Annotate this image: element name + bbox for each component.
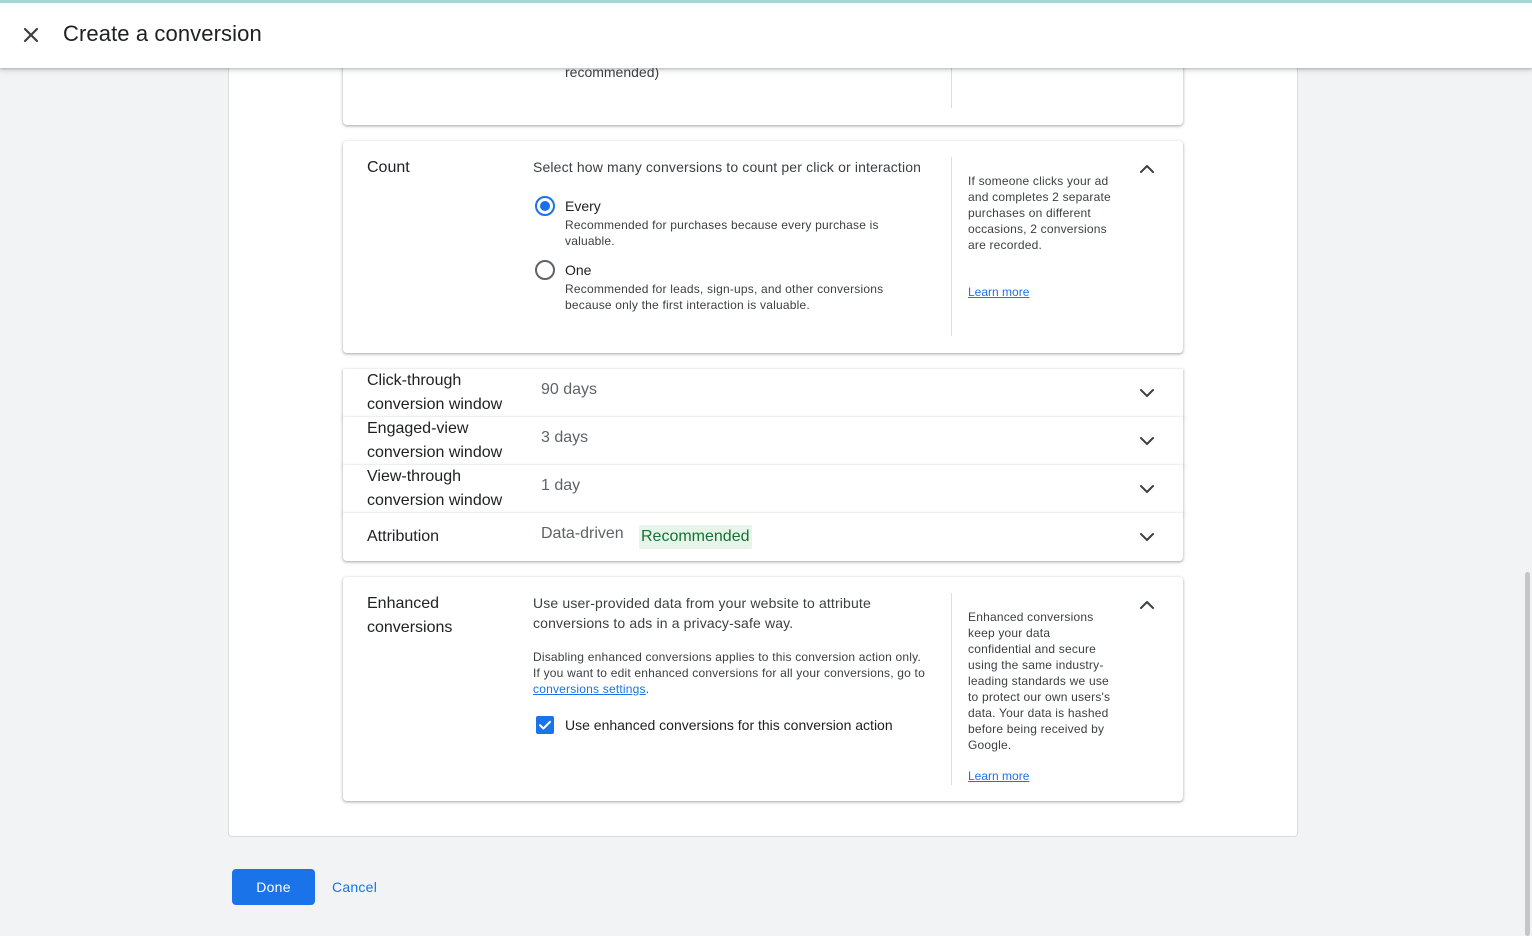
radio-every[interactable] <box>535 196 555 216</box>
enhanced-description: Use user-provided data from your website… <box>533 595 871 631</box>
divider <box>951 157 952 336</box>
chevron-down-icon[interactable] <box>1135 429 1159 453</box>
enhanced-conversions-card: Enhanced conversions Use user-provided d… <box>343 577 1183 801</box>
view-through-window-row[interactable]: View-through conversion window 1 day <box>343 465 1183 513</box>
conversions-settings-link[interactable]: conversions settings <box>533 682 646 696</box>
row-value: 1 day <box>541 477 581 494</box>
row-value: 3 days <box>541 429 589 446</box>
count-description: Select how many conversions to count per… <box>533 159 922 175</box>
row-value: 90 days <box>541 381 598 398</box>
option-one-description: Recommended for leads, sign-ups, and oth… <box>565 282 884 312</box>
close-icon[interactable] <box>18 22 44 48</box>
cancel-button[interactable]: Cancel <box>332 869 377 905</box>
divider <box>951 593 952 785</box>
recommended-badge: Recommended <box>639 525 752 549</box>
radio-one[interactable] <box>535 260 555 280</box>
count-label: Count <box>367 159 410 176</box>
count-help-text: If someone clicks your ad and completes … <box>968 174 1111 252</box>
attribution-row[interactable]: Attribution Data-driven Recommended <box>343 513 1183 561</box>
row-value: Data-driven <box>541 525 624 542</box>
top-accent-line <box>0 0 1532 3</box>
enhanced-help-text: Enhanced conversions keep your data conf… <box>968 610 1111 752</box>
row-label: View-through conversion window <box>367 468 503 509</box>
click-through-window-row[interactable]: Click-through conversion window 90 days <box>343 369 1183 417</box>
engaged-view-window-row[interactable]: Engaged-view conversion window 3 days <box>343 417 1183 465</box>
checkbox-label: Use enhanced conversions for this conver… <box>565 717 893 733</box>
page-title: Create a conversion <box>63 21 262 46</box>
count-card: Count Select how many conversions to cou… <box>343 141 1183 353</box>
chevron-up-icon[interactable] <box>1135 157 1159 181</box>
chevron-down-icon[interactable] <box>1135 381 1159 405</box>
option-one-title: One <box>565 262 592 278</box>
chevron-down-icon[interactable] <box>1135 477 1159 501</box>
enhanced-label: Enhanced conversions <box>367 595 453 636</box>
page-header: Create a conversion <box>0 0 1532 68</box>
option-every-title: Every <box>565 198 601 214</box>
option-every-description: Recommended for purchases because every … <box>565 218 879 248</box>
enhanced-conversions-checkbox[interactable] <box>536 716 554 734</box>
chevron-down-icon[interactable] <box>1135 525 1159 549</box>
scrollbar-thumb[interactable] <box>1525 572 1530 936</box>
row-label: Engaged-view conversion window <box>367 420 503 461</box>
enhanced-note: Disabling enhanced conversions applies t… <box>533 650 925 696</box>
row-label: Click-through conversion window <box>367 372 503 413</box>
row-label: Attribution <box>367 528 440 545</box>
done-button[interactable]: Done <box>232 869 315 905</box>
count-learn-more-link[interactable]: Learn more <box>968 285 1029 299</box>
chevron-up-icon[interactable] <box>1135 593 1159 617</box>
enhanced-learn-more-link[interactable]: Learn more <box>968 769 1029 783</box>
